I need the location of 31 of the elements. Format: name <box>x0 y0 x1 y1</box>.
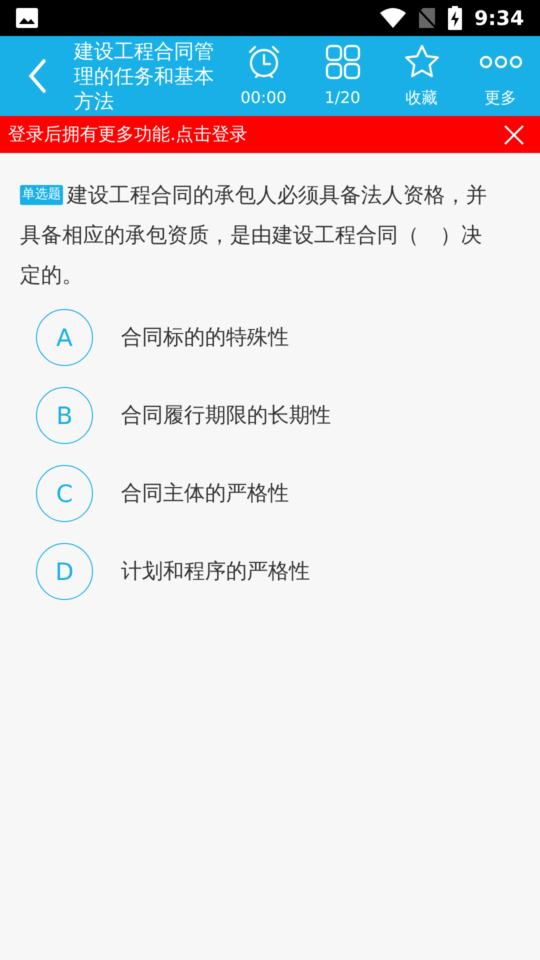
login-banner[interactable]: 登录后拥有更多功能.点击登录 <box>0 116 540 153</box>
option-text: 合同主体的严格性 <box>121 480 289 507</box>
close-icon[interactable] <box>504 124 524 144</box>
more-icon <box>478 55 522 69</box>
option-letter[interactable]: D <box>36 543 93 600</box>
question-text: 具备相应的承包资质，是由建设工程合同（ ）决 <box>20 222 482 249</box>
answer-option[interactable]: A 合同标的的特殊性 <box>36 309 504 366</box>
toolbar-button[interactable]: 更多 <box>461 36 540 116</box>
option-text: 计划和程序的严格性 <box>121 558 310 585</box>
option-letter[interactable]: A <box>36 309 93 366</box>
clock-time: 9:34 <box>474 5 524 32</box>
question-text: 定的。 <box>20 262 83 289</box>
option-letter[interactable]: B <box>36 387 93 444</box>
login-prompt[interactable]: 登录后拥有更多功能.点击登录 <box>8 121 504 148</box>
answer-option[interactable]: B 合同履行期限的长期性 <box>36 387 504 444</box>
toolbar-button[interactable]: 1/20 <box>303 36 382 116</box>
grid-icon <box>324 43 362 81</box>
answer-option[interactable]: C 合同主体的严格性 <box>36 465 504 522</box>
no-sim-icon <box>418 7 436 29</box>
option-text: 合同履行期限的长期性 <box>121 402 331 429</box>
option-text: 合同标的的特殊性 <box>121 324 289 351</box>
question-type-badge: 单选题 <box>20 185 63 205</box>
option-letter[interactable]: C <box>36 465 93 522</box>
image-icon <box>16 8 38 28</box>
battery-charging-icon <box>448 6 462 30</box>
toolbar-button[interactable]: 00:00 <box>224 36 303 116</box>
toolbar-button[interactable]: 收藏 <box>382 36 461 116</box>
page-title: 建设工程合同管理的任务和基本方法 <box>74 38 215 114</box>
answer-option[interactable]: D 计划和程序的严格性 <box>36 543 504 600</box>
wifi-icon <box>380 8 406 28</box>
question-text: 建设工程合同的承包人必须具备法人资格，并 <box>67 182 487 209</box>
